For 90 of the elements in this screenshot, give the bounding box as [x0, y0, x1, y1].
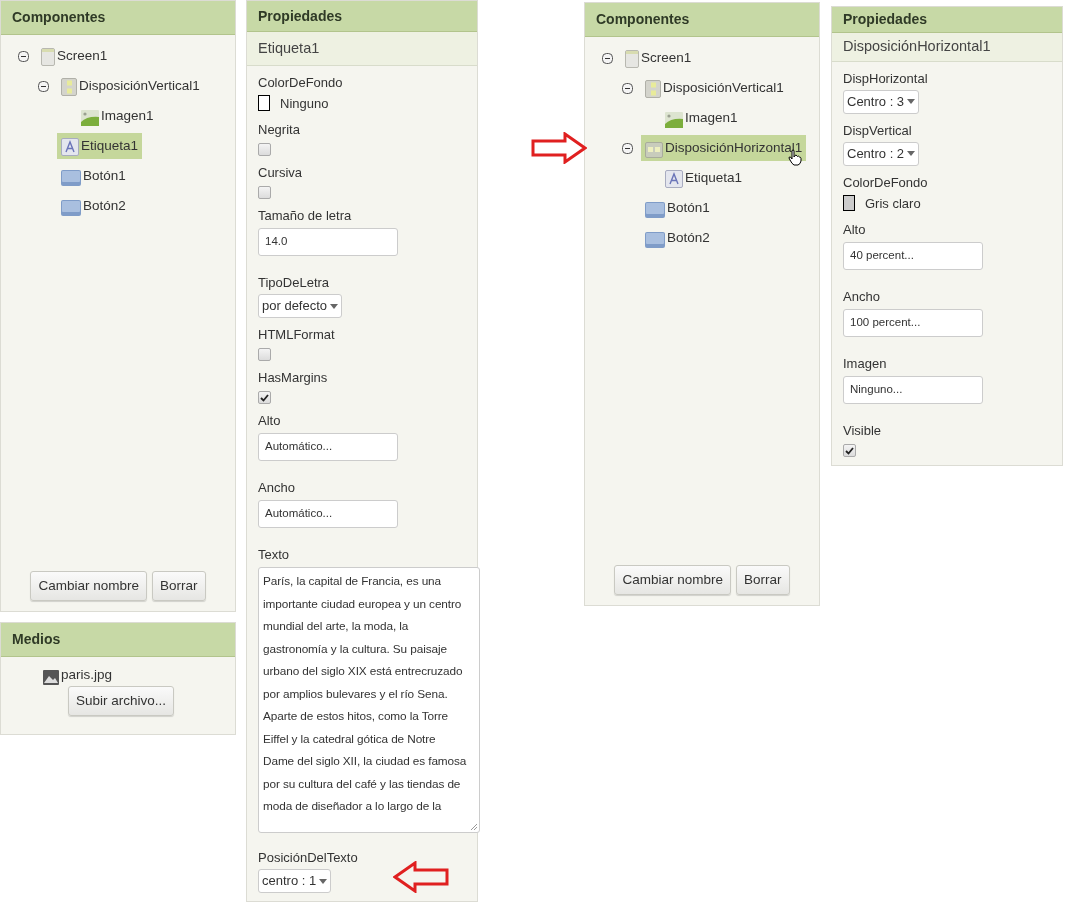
- panel-header: Componentes: [585, 3, 819, 37]
- screen-icon: [625, 50, 639, 69]
- checkbox[interactable]: [258, 186, 271, 199]
- image-icon: [81, 110, 99, 127]
- dropdown[interactable]: por defecto: [258, 294, 343, 318]
- tree-item[interactable]: Screen1: [621, 44, 696, 72]
- text-field[interactable]: 40 percent...: [843, 242, 983, 270]
- color-swatch[interactable]: [843, 195, 855, 212]
- property-label: PosiciónDelTexto: [258, 849, 359, 867]
- checkbox[interactable]: [258, 391, 271, 404]
- tree-item[interactable]: Screen1: [37, 42, 112, 70]
- property-label: ColorDeFondo: [843, 173, 929, 192]
- button-icon: [61, 170, 81, 187]
- collapse-icon[interactable]: [37, 80, 49, 92]
- property-label: Alto: [258, 412, 282, 430]
- property-label: ColorDeFondo: [258, 73, 344, 92]
- text-field[interactable]: Automático...: [258, 500, 398, 528]
- collapse-icon[interactable]: [621, 142, 633, 154]
- text-field[interactable]: 100 percent...: [843, 309, 983, 337]
- button-icon: [645, 232, 665, 249]
- text-field[interactable]: Automático...: [258, 433, 398, 461]
- collapse-icon[interactable]: [17, 50, 29, 62]
- tree-item[interactable]: Etiqueta1: [661, 164, 747, 192]
- property-label: Alto: [843, 221, 867, 239]
- label-icon: [61, 138, 79, 157]
- color-name: Gris claro: [865, 194, 921, 213]
- resize-handle-icon: [470, 823, 477, 830]
- delete-button[interactable]: Borrar: [736, 565, 790, 595]
- checkbox[interactable]: [258, 143, 271, 156]
- checkbox[interactable]: [843, 444, 856, 457]
- vertical-layout-icon: [645, 80, 661, 99]
- property-label: Ancho: [843, 288, 881, 306]
- image-file-icon: [43, 670, 59, 686]
- horizontal-layout-icon: [645, 142, 663, 159]
- selected-component-title: Etiqueta1: [247, 32, 477, 66]
- tree-item[interactable]: Etiqueta1: [57, 132, 143, 160]
- text-area[interactable]: [258, 567, 480, 833]
- property-label: DispVertical: [843, 121, 913, 140]
- text-field[interactable]: 14.0: [258, 228, 398, 256]
- button-icon: [61, 200, 81, 217]
- text-field[interactable]: Ninguno...: [843, 376, 983, 404]
- property-label: Imagen: [843, 355, 888, 373]
- rename-button[interactable]: Cambiar nombre: [614, 565, 731, 595]
- panel-header: Medios: [1, 623, 235, 657]
- tree-item[interactable]: Botón1: [57, 162, 130, 190]
- property-label: Ancho: [258, 479, 296, 497]
- collapse-icon[interactable]: [601, 52, 613, 64]
- button-icon: [645, 202, 665, 219]
- tree-item[interactable]: Imagen1: [77, 102, 158, 130]
- property-label: DispHorizontal: [843, 69, 929, 88]
- color-name: Ninguno: [280, 94, 329, 113]
- property-label: HTMLFormat: [258, 326, 336, 344]
- property-label: TipoDeLetra: [258, 274, 331, 292]
- panel-header: Componentes: [1, 1, 235, 35]
- file-name[interactable]: paris.jpg: [61, 665, 113, 686]
- property-label: Negrita: [258, 121, 301, 139]
- image-icon: [665, 112, 683, 129]
- tree-item[interactable]: DisposiciónVertical1: [641, 74, 788, 102]
- property-label: HasMargins: [258, 369, 329, 387]
- check-icon: [845, 446, 854, 455]
- vertical-layout-icon: [61, 78, 77, 97]
- panel-header: Propiedades: [832, 7, 1062, 34]
- caret-icon: [907, 99, 916, 104]
- tree-item[interactable]: Botón1: [641, 194, 714, 222]
- caret-icon: [319, 878, 328, 884]
- tree-item[interactable]: Botón2: [57, 192, 130, 220]
- caret-icon: [907, 151, 916, 156]
- property-label: Visible: [843, 422, 883, 440]
- text-area-value: París, la capital de Francia, es una importante ciudad europea y un centro mundial del arte, la moda, la gastronomía y la cultura. Su paisaje urbano del siglo XIX está entrecruzado por amplios bulevares y el río Sena. Aparte de estos hitos, como la Torre Eiffel y la catedral gótica de Notre Dame del siglo XII, la ciudad es famosa por su cultura del café y las tiendas de moda de diseñador a lo largo de la: [263, 573, 468, 815]
- panel-header: Propiedades: [247, 1, 477, 33]
- tree-item[interactable]: Botón2: [641, 224, 714, 252]
- property-label: Cursiva: [258, 164, 304, 182]
- property-label: Texto: [258, 546, 291, 564]
- label-icon: [665, 170, 683, 189]
- dropdown[interactable]: Centro : 3: [843, 89, 920, 114]
- property-label: Tamaño de letra: [258, 207, 353, 225]
- selected-component-title: DisposiciónHorizontal1: [832, 33, 1062, 62]
- collapse-icon[interactable]: [621, 82, 633, 94]
- screen-icon: [41, 48, 55, 67]
- checkbox[interactable]: [258, 348, 271, 361]
- dropdown[interactable]: centro : 1: [258, 869, 332, 893]
- caret-icon: [330, 303, 339, 309]
- tree-item[interactable]: DisposiciónVertical1: [57, 72, 204, 100]
- upload-button[interactable]: Subir archivo...: [68, 686, 175, 717]
- delete-button[interactable]: Borrar: [152, 571, 206, 601]
- check-icon: [260, 393, 269, 402]
- tree-item[interactable]: Imagen1: [661, 104, 742, 132]
- color-swatch[interactable]: [258, 95, 270, 112]
- rename-button[interactable]: Cambiar nombre: [30, 571, 147, 601]
- dropdown[interactable]: Centro : 2: [843, 141, 920, 166]
